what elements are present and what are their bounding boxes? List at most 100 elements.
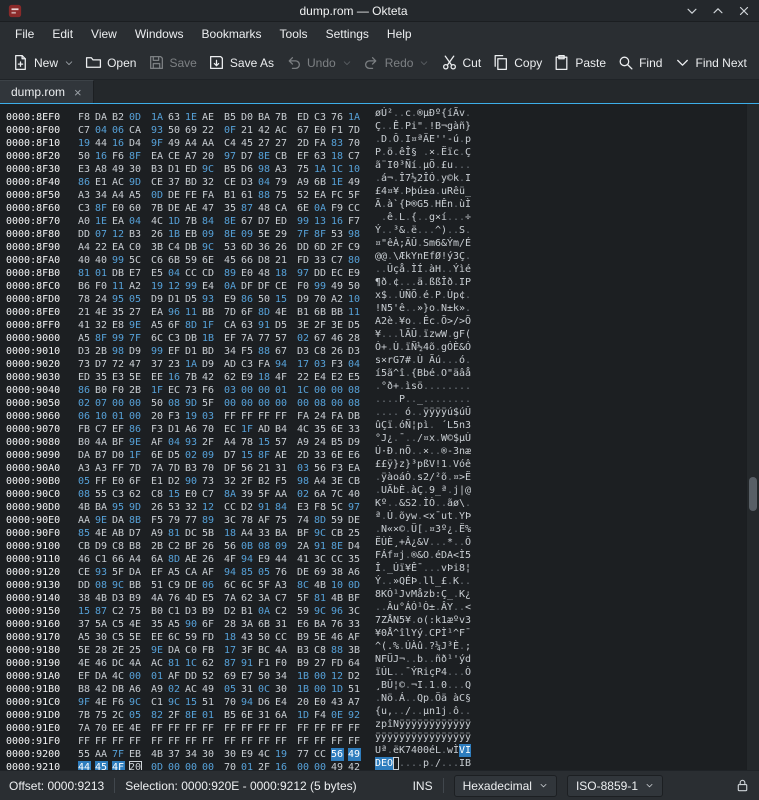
minimize-button[interactable] <box>685 4 699 18</box>
char-cell[interactable]: . <box>465 575 471 588</box>
char-cell[interactable]: ê <box>465 458 471 471</box>
find-next-button[interactable]: Find Next <box>674 54 747 71</box>
char-cell[interactable]: Ì <box>465 198 471 211</box>
char-cell[interactable]: p <box>465 133 471 146</box>
byte-cell[interactable]: 00 <box>202 761 215 770</box>
char-cell[interactable]: § <box>465 692 471 705</box>
open-button[interactable]: Open <box>85 54 136 71</box>
byte-cell[interactable]: 00 <box>168 761 181 770</box>
char-cell[interactable]: É <box>465 237 471 250</box>
value-coding-select[interactable]: Hexadecimal <box>454 775 557 797</box>
maximize-button[interactable] <box>711 4 725 18</box>
char-cell[interactable]: . <box>465 107 471 120</box>
char-cell[interactable]: Ç <box>465 146 471 159</box>
hex-row: 0000:91A0EFDA4C0001AFDD5269E750341B0012D… <box>6 666 759 679</box>
char-cell[interactable]: Q <box>465 679 471 692</box>
char-cell[interactable]: ¦ <box>465 562 471 575</box>
byte-cell[interactable]: 2F <box>258 761 271 770</box>
char-cell[interactable]: ¯ <box>465 627 471 640</box>
char-cell[interactable]: ¿ <box>465 588 471 601</box>
new-button[interactable]: New <box>12 54 74 71</box>
char-cell[interactable]: . <box>465 393 471 406</box>
char-cell[interactable]: ÷ <box>465 211 471 224</box>
vertical-scrollbar[interactable] <box>746 104 759 770</box>
copy-button[interactable]: Copy <box>492 54 542 71</box>
char-cell[interactable]: I <box>465 744 471 757</box>
hex-editor-view[interactable]: 0000:8EF0F8DAB20D1A631EAEB5D0BA7BEDC3761… <box>0 104 759 770</box>
menu-file[interactable]: File <box>6 24 43 44</box>
char-cell[interactable]: Ù <box>465 432 471 445</box>
paste-button[interactable]: Paste <box>553 54 606 71</box>
char-cell[interactable]: é <box>465 263 471 276</box>
char-cell[interactable]: % <box>465 523 471 536</box>
char-cell[interactable]: @ <box>465 484 471 497</box>
close-button[interactable] <box>737 4 751 18</box>
save-as-button[interactable]: Save As <box>208 54 274 71</box>
menu-bookmarks[interactable]: Bookmarks <box>193 24 271 44</box>
tab-dump-rom[interactable]: dump.rom × <box>0 80 94 103</box>
char-cell[interactable]: I <box>465 172 471 185</box>
byte-cell[interactable]: 4F <box>112 761 125 770</box>
char-cell[interactable]: . <box>465 289 471 302</box>
byte-cell[interactable]: 42 <box>348 761 361 770</box>
char-cell[interactable]: Þ <box>465 510 471 523</box>
char-cell[interactable]: å <box>465 367 471 380</box>
char-cell[interactable]: Ô <box>465 536 471 549</box>
tab-close-icon[interactable]: × <box>74 86 82 99</box>
char-cell[interactable]: d <box>465 653 471 666</box>
char-cell[interactable]: ; <box>465 640 471 653</box>
char-cell[interactable]: ÿ <box>465 731 471 744</box>
hex-row: 0000:9090DAB7D01F6ED50209D7158FAE2D336EE… <box>6 445 759 458</box>
char-cell[interactable]: Ó <box>465 341 471 354</box>
menu-windows[interactable]: Windows <box>126 24 193 44</box>
insert-mode-indicator[interactable]: INS <box>413 779 433 793</box>
char-cell[interactable]: 3 <box>465 614 471 627</box>
menu-edit[interactable]: Edit <box>43 24 82 44</box>
hex-row: 0000:8F10194416D49F49A4AAC44527272DFA837… <box>6 133 759 146</box>
char-cell[interactable]: < <box>465 601 471 614</box>
byte-cell[interactable]: 00 <box>297 761 310 770</box>
find-button[interactable]: Find <box>617 54 662 71</box>
char-cell[interactable]: . <box>465 705 471 718</box>
lock-icon[interactable] <box>735 778 750 793</box>
char-cell[interactable]: 3 <box>465 419 471 432</box>
char-cell[interactable]: Ò <box>465 666 471 679</box>
byte-cell[interactable]: 45 <box>95 761 108 770</box>
char-cell[interactable]: . <box>465 302 471 315</box>
char-cell[interactable]: . <box>465 354 471 367</box>
hex-row: 0000:9170A530C55EEE6C59FD184350CCB95E46A… <box>6 627 759 640</box>
menu-help[interactable]: Help <box>378 24 421 44</box>
char-cell[interactable]: ÿ <box>465 718 471 731</box>
char-cell[interactable]: . <box>465 224 471 237</box>
char-cell[interactable]: . <box>465 380 471 393</box>
cut-button[interactable]: Cut <box>441 54 482 71</box>
char-cell[interactable]: 5 <box>465 549 471 562</box>
byte-cell[interactable]: 01 <box>241 761 254 770</box>
char-cell[interactable]: Û <box>465 406 471 419</box>
byte-cell[interactable]: 49 <box>331 761 344 770</box>
char-cell[interactable]: Ë <box>465 471 471 484</box>
byte-cell[interactable]: 16 <box>275 761 288 770</box>
char-cell[interactable]: P <box>465 276 471 289</box>
byte-cell[interactable]: 20 <box>129 761 142 770</box>
offset-cell: 0000:9210 <box>6 761 64 770</box>
char-coding-select[interactable]: ISO-8859-1 <box>567 775 663 797</box>
scrollbar-thumb[interactable] <box>749 477 757 511</box>
char-cell[interactable]: _ <box>465 185 471 198</box>
byte-cell[interactable]: 0D <box>151 761 164 770</box>
menu-tools[interactable]: Tools <box>271 24 317 44</box>
char-cell[interactable]: æ <box>465 445 471 458</box>
byte-cell[interactable]: 44 <box>78 761 91 770</box>
byte-cell[interactable]: 00 <box>185 761 198 770</box>
byte-cell[interactable]: 00 <box>314 761 327 770</box>
menu-settings[interactable]: Settings <box>317 24 378 44</box>
char-cell[interactable]: B <box>465 757 471 770</box>
char-cell[interactable]: } <box>465 120 471 133</box>
byte-cell[interactable]: 70 <box>224 761 237 770</box>
char-cell[interactable]: Õ <box>465 315 471 328</box>
menu-view[interactable]: View <box>82 24 126 44</box>
char-cell[interactable]: . <box>465 159 471 172</box>
char-cell[interactable]: . <box>465 250 471 263</box>
char-cell[interactable]: . <box>465 497 471 510</box>
char-cell[interactable]: ( <box>465 328 471 341</box>
